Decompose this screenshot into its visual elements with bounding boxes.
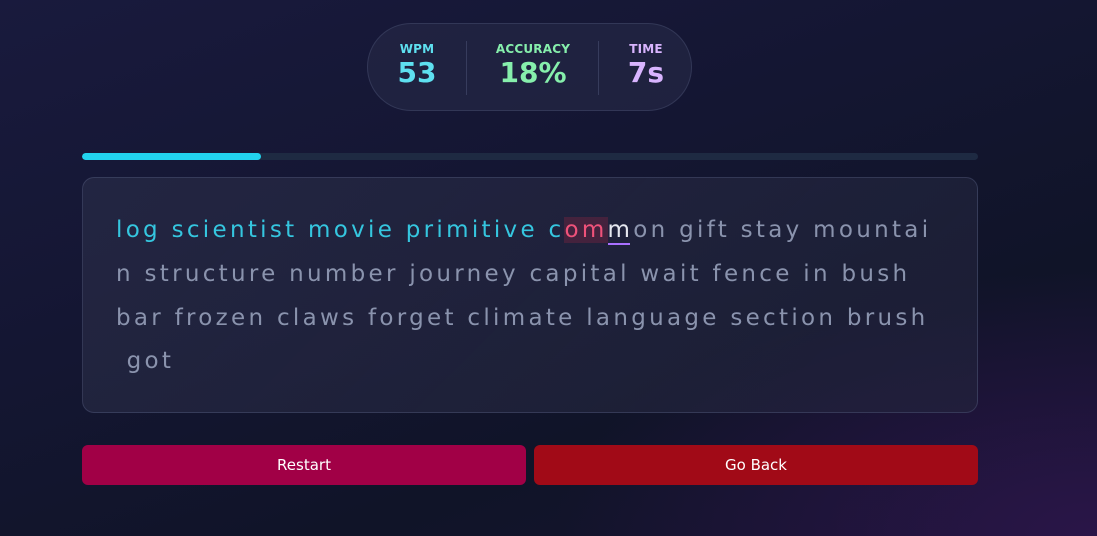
pending-text: on gift stay mountai bbox=[633, 217, 932, 243]
accuracy-label: ACCURACY bbox=[495, 42, 571, 56]
wpm-value: 53 bbox=[397, 56, 437, 89]
error-char: o bbox=[564, 217, 582, 243]
error-char: m bbox=[581, 217, 608, 243]
progress-fill bbox=[82, 153, 262, 160]
time-label: TIME bbox=[629, 42, 663, 56]
typing-area[interactable]: log scientist movie primitive common gif… bbox=[82, 177, 978, 413]
current-char: m bbox=[607, 217, 634, 243]
text-line: n structure number journey capital wait … bbox=[116, 261, 911, 287]
typed-text: log scientist movie primitive c bbox=[116, 217, 565, 243]
wpm-stat: WPM 53 bbox=[368, 24, 466, 112]
text-line: bar frozen claws forget climate language… bbox=[116, 305, 929, 331]
time-value: 7s bbox=[627, 56, 665, 89]
accuracy-value: 18% bbox=[499, 56, 567, 89]
text-line: log scientist movie primitive common gif… bbox=[116, 208, 956, 252]
stats-panel: WPM 53 ACCURACY 18% TIME 7s bbox=[367, 23, 692, 111]
go-back-button[interactable]: Go Back bbox=[534, 445, 978, 485]
accuracy-stat: ACCURACY 18% bbox=[467, 24, 599, 112]
typing-text: log scientist movie primitive common gif… bbox=[116, 208, 956, 383]
progress-bar bbox=[82, 153, 978, 160]
time-stat: TIME 7s bbox=[599, 24, 693, 112]
wpm-label: WPM bbox=[399, 42, 435, 56]
restart-button[interactable]: Restart bbox=[82, 445, 526, 485]
text-line: got bbox=[116, 348, 175, 374]
